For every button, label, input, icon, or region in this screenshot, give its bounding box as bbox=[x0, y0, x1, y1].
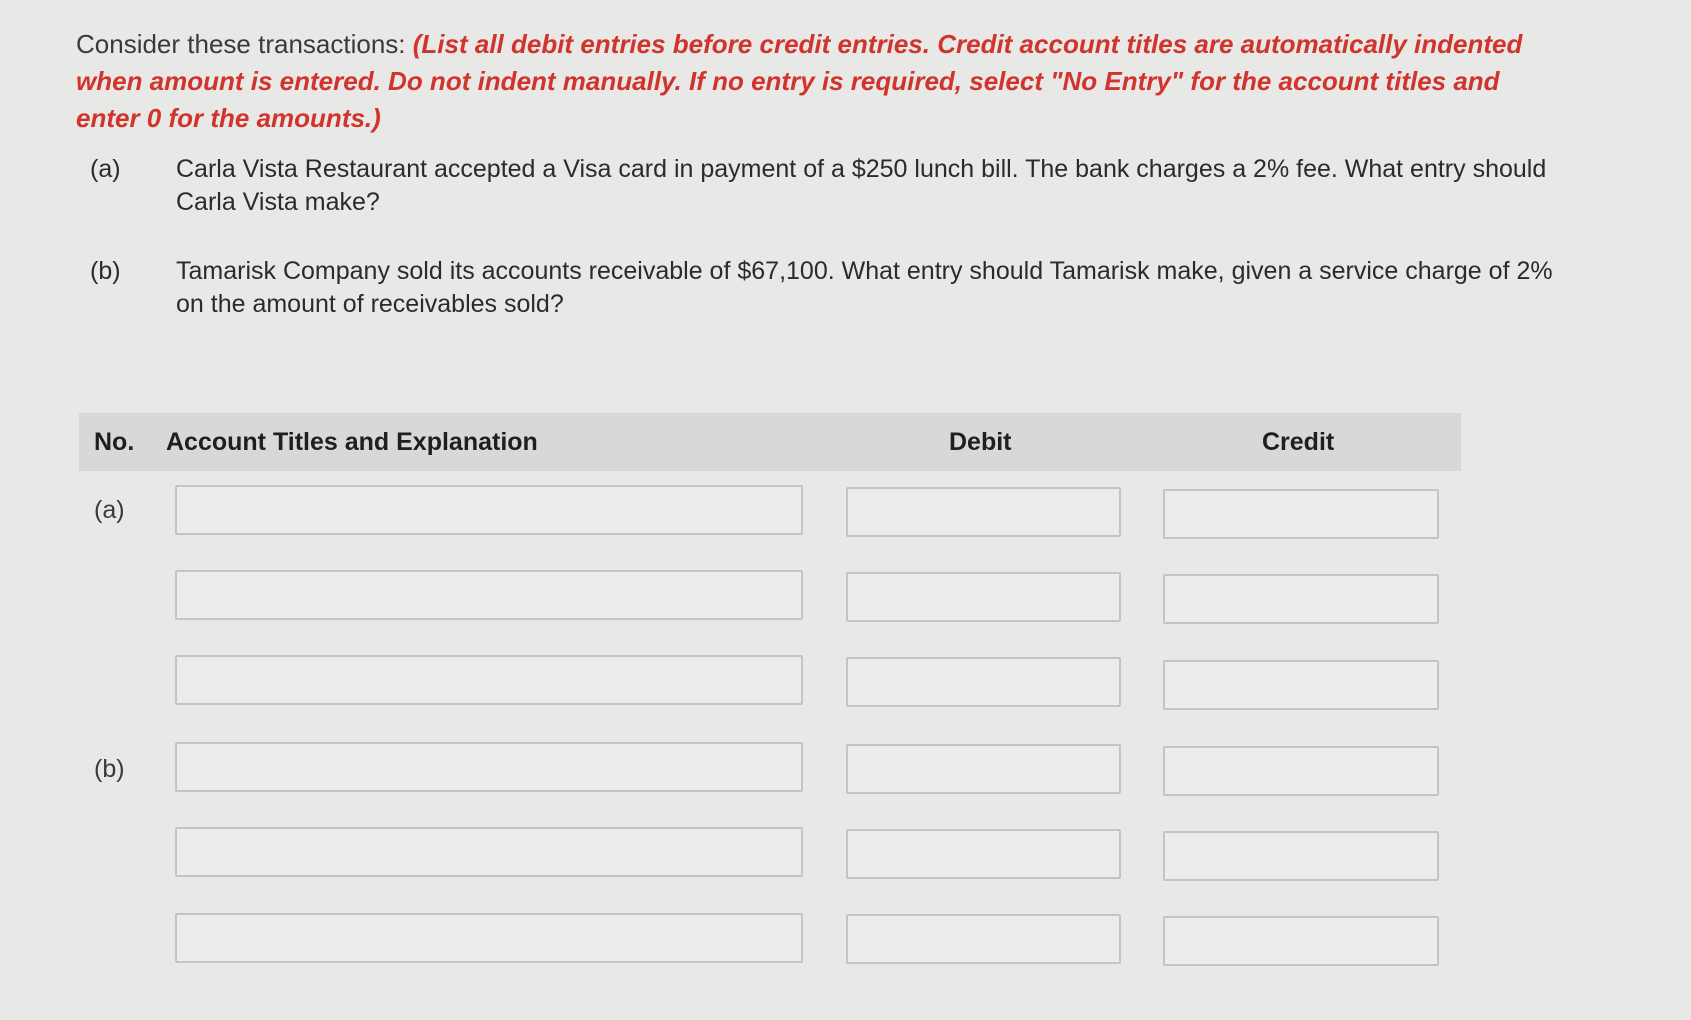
question-b: (b) Tamarisk Company sold its accounts r… bbox=[90, 255, 1570, 321]
entry-label-b: (b) bbox=[94, 755, 125, 783]
account-title-input[interactable] bbox=[175, 742, 803, 792]
account-title-input[interactable] bbox=[175, 827, 803, 877]
account-title-input[interactable] bbox=[175, 913, 803, 963]
debit-input[interactable] bbox=[846, 914, 1121, 964]
instructions-lead: Consider these transactions: bbox=[76, 29, 406, 59]
question-text: Carla Vista Restaurant accepted a Visa c… bbox=[176, 155, 1547, 216]
header-debit: Debit bbox=[949, 428, 1012, 456]
credit-input[interactable] bbox=[1163, 574, 1439, 624]
debit-input[interactable] bbox=[846, 829, 1121, 879]
header-credit: Credit bbox=[1262, 428, 1335, 456]
debit-input[interactable] bbox=[846, 487, 1121, 537]
credit-input[interactable] bbox=[1163, 916, 1439, 966]
debit-input[interactable] bbox=[846, 657, 1121, 707]
instructions: Consider these transactions: (List all d… bbox=[76, 26, 1566, 137]
entry-label-a: (a) bbox=[94, 496, 125, 524]
account-title-input[interactable] bbox=[175, 485, 803, 535]
question-a: (a) Carla Vista Restaurant accepted a Vi… bbox=[90, 153, 1570, 219]
credit-input[interactable] bbox=[1163, 660, 1439, 710]
debit-input[interactable] bbox=[846, 572, 1121, 622]
credit-input[interactable] bbox=[1163, 746, 1439, 796]
question-label: (b) bbox=[90, 257, 121, 285]
question-label: (a) bbox=[90, 155, 121, 183]
account-title-input[interactable] bbox=[175, 655, 803, 705]
header-account-titles: Account Titles and Explanation bbox=[166, 428, 538, 456]
journal-table-header: No. Account Titles and Explanation Debit… bbox=[79, 413, 1461, 471]
credit-input[interactable] bbox=[1163, 831, 1439, 881]
header-no: No. bbox=[94, 428, 135, 456]
account-title-input[interactable] bbox=[175, 570, 803, 620]
credit-input[interactable] bbox=[1163, 489, 1439, 539]
debit-input[interactable] bbox=[846, 744, 1121, 794]
question-text: Tamarisk Company sold its accounts recei… bbox=[176, 257, 1553, 318]
